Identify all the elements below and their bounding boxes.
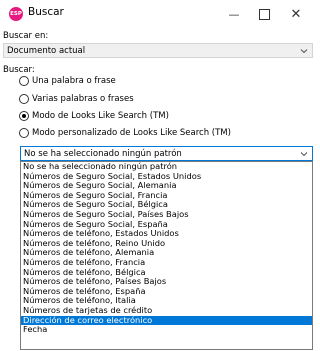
radio-custom-looks-like-search[interactable]: Modo personalizado de Looks Like Search … [19, 127, 231, 139]
radio-icon [19, 94, 29, 104]
radio-single-phrase[interactable]: Una palabra o frase [19, 75, 116, 87]
close-button[interactable]: ✕ [276, 0, 316, 28]
window-title: Buscar [28, 6, 64, 18]
pattern-list-item[interactable]: Dirección de correo electrónico [21, 315, 312, 326]
search-label: Buscar: [3, 65, 35, 75]
radio-multiple-phrases[interactable]: Varias palabras o frases [19, 93, 134, 105]
search-in-label: Buscar en: [3, 31, 49, 41]
app-logo-icon: ESP [9, 7, 23, 21]
pattern-list-item[interactable]: Fecha [21, 324, 312, 335]
pattern-dropdown[interactable]: No se ha seleccionado ningún patrón [20, 146, 313, 161]
radio-label: Modo de Looks Like Search (TM) [32, 111, 169, 121]
search-in-value: Documento actual [7, 46, 86, 56]
chevron-down-icon [300, 49, 308, 54]
pattern-value: No se ha seleccionado ningún patrón [24, 149, 182, 159]
radio-icon [19, 128, 29, 138]
pattern-listbox[interactable]: No se ha seleccionado ningún patrón Númer… [20, 161, 313, 350]
radio-looks-like-search[interactable]: Modo de Looks Like Search (TM) [19, 110, 169, 122]
radio-label: Modo personalizado de Looks Like Search … [32, 128, 231, 138]
minimize-icon: — [228, 7, 240, 21]
radio-label: Varias palabras o frases [32, 94, 134, 104]
radio-icon [19, 76, 29, 86]
title-bar: ESP Buscar — ✕ [0, 0, 315, 28]
close-icon: ✕ [290, 6, 302, 22]
search-in-dropdown[interactable]: Documento actual [3, 43, 313, 58]
radio-label: Una palabra o frase [32, 76, 116, 86]
radio-checked-icon [19, 111, 29, 121]
chevron-down-icon [300, 152, 308, 157]
maximize-icon [258, 8, 270, 20]
